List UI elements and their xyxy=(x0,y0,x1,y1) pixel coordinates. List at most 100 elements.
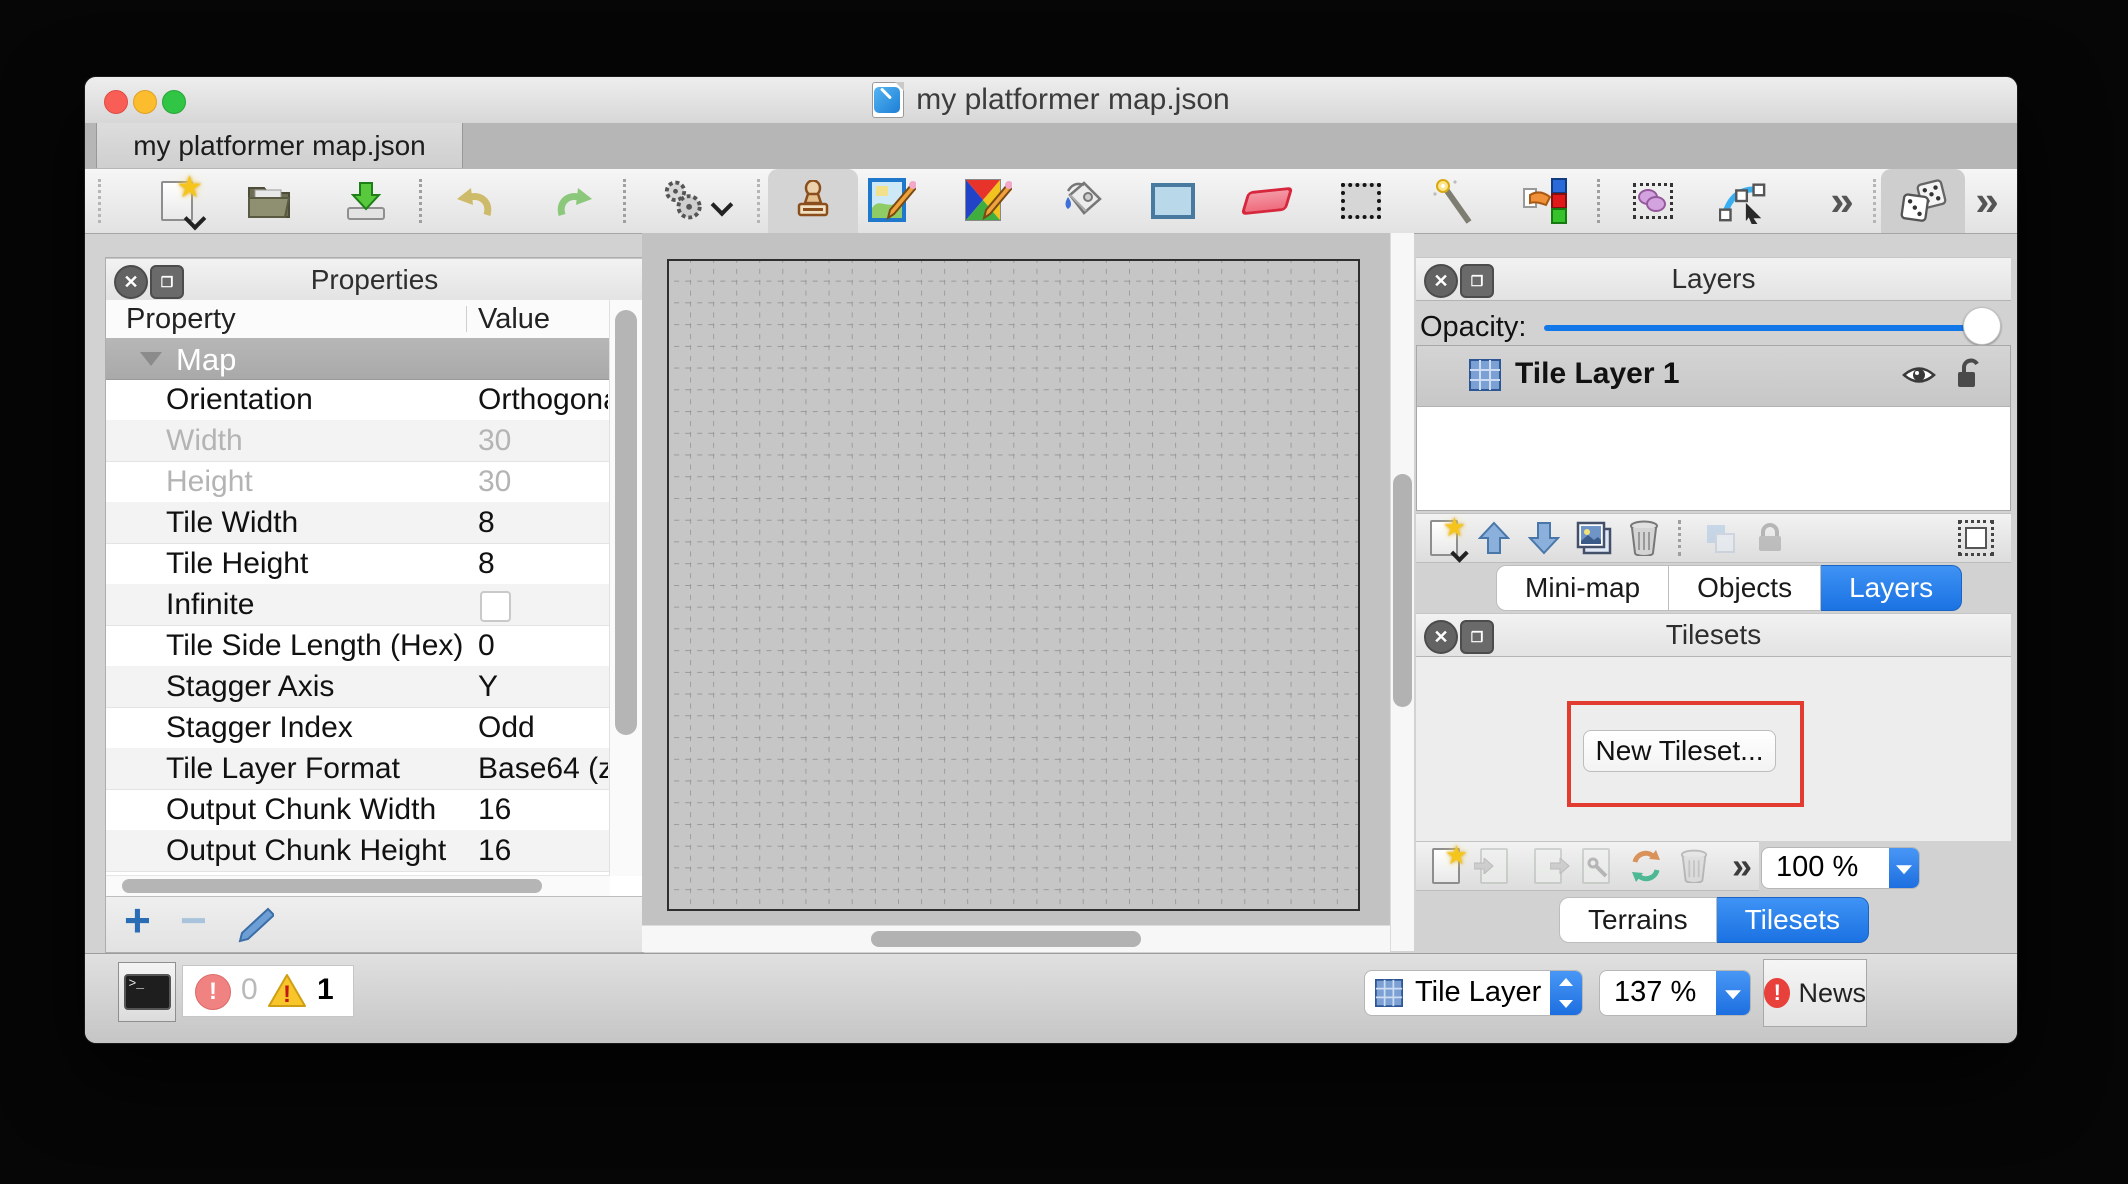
gears-icon xyxy=(660,179,712,223)
zoom-dropdown-chevron-icon xyxy=(1889,848,1919,888)
property-row[interactable]: Height 30 xyxy=(106,461,610,503)
magic-wand-button[interactable] xyxy=(1431,177,1479,225)
property-row[interactable]: Stagger Axis Y xyxy=(106,666,610,708)
view-zoom-select[interactable]: 137 % xyxy=(1599,970,1751,1016)
properties-hscroll-thumb[interactable] xyxy=(122,879,542,893)
highlight-layer-button-disabled[interactable] xyxy=(1698,516,1742,560)
tab-mini-map[interactable]: Mini-map xyxy=(1496,565,1669,611)
open-file-button[interactable] xyxy=(245,177,293,225)
tilesets-toolbar: ★ xyxy=(1416,841,1759,891)
rectangular-select-button[interactable] xyxy=(1337,177,1385,225)
tilesets-overflow-button[interactable]: » xyxy=(1720,844,1764,888)
terrain-brush-button[interactable] xyxy=(868,177,916,225)
edit-tileset-button-disabled[interactable] xyxy=(1574,844,1618,888)
new-tileset-button[interactable]: New Tileset... xyxy=(1583,730,1776,772)
canvas-vertical-scrollbar[interactable] xyxy=(1390,233,1414,951)
delete-tileset-button-disabled[interactable] xyxy=(1672,844,1716,888)
property-row[interactable]: Output Chunk Width 16 xyxy=(106,789,610,831)
tab-objects[interactable]: Objects xyxy=(1669,565,1821,611)
lower-layer-button[interactable] xyxy=(1522,516,1566,560)
new-map-button[interactable]: ★ xyxy=(153,177,201,225)
news-button[interactable]: ! News xyxy=(1763,959,1867,1027)
new-layer-button[interactable]: ★ xyxy=(1422,516,1466,560)
duplicate-layer-button[interactable] xyxy=(1572,516,1616,560)
toolbar-overflow-button-2[interactable]: » xyxy=(1963,177,2011,225)
redo-button[interactable] xyxy=(550,177,598,225)
warning-icon: ! xyxy=(267,973,307,1009)
toolbar-handle xyxy=(1873,179,1876,223)
delete-layer-button[interactable] xyxy=(1622,516,1666,560)
trash-icon xyxy=(1679,849,1709,883)
tab-label: my platformer map.json xyxy=(133,130,426,162)
lock-layer-button-disabled[interactable] xyxy=(1748,516,1792,560)
edit-property-button[interactable] xyxy=(234,907,274,943)
property-row[interactable]: Tile Height 8 xyxy=(106,543,610,585)
opacity-slider-knob[interactable] xyxy=(1963,307,2001,345)
property-row[interactable]: Orientation Orthogona xyxy=(106,379,610,421)
tab-layers[interactable]: Layers xyxy=(1821,565,1962,611)
random-mode-button[interactable] xyxy=(1899,177,1947,225)
layers-panel-header-wrap: ✕ ❐ Layers xyxy=(1416,257,2011,301)
issues-box[interactable]: ! 0 ! 1 xyxy=(182,965,354,1017)
tab-terrains[interactable]: Terrains xyxy=(1559,897,1717,943)
layer-visible-eye-icon[interactable] xyxy=(1902,362,1936,388)
same-tile-select-button[interactable] xyxy=(1521,177,1569,225)
window-title-area: my platformer map.json xyxy=(85,77,2017,123)
bucket-fill-variations-button[interactable] xyxy=(964,177,1012,225)
property-row[interactable]: Tile Layer Format Base64 (z xyxy=(106,748,610,790)
infinite-checkbox[interactable] xyxy=(480,591,511,622)
property-row[interactable]: Tile Width 8 xyxy=(106,502,610,544)
collapse-triangle-icon[interactable] xyxy=(140,352,162,366)
stamp-variations-icon xyxy=(964,178,1012,224)
col-value: Value xyxy=(478,303,550,336)
toolbar-overflow-button[interactable]: » xyxy=(1818,177,1866,225)
execute-command-button[interactable] xyxy=(660,177,730,225)
duplicate-icon xyxy=(1576,521,1612,555)
stamp-brush-button[interactable] xyxy=(789,177,837,225)
layer-row-tile-layer-1[interactable]: Tile Layer 1 xyxy=(1417,346,2010,407)
canvas-horizontal-scrollbar[interactable] xyxy=(642,925,1390,952)
property-row[interactable]: Infinite xyxy=(106,584,610,626)
remove-property-button[interactable]: − xyxy=(180,893,207,947)
console-icon: >_ xyxy=(124,974,171,1010)
undo-button[interactable] xyxy=(451,177,499,225)
refresh-tileset-button[interactable] xyxy=(1624,844,1668,888)
toolbar-handle[interactable] xyxy=(98,179,101,223)
raise-layer-button[interactable] xyxy=(1472,516,1516,560)
eraser-button[interactable] xyxy=(1243,177,1291,225)
arrow-up-icon xyxy=(1478,521,1510,555)
import-tileset-button-disabled[interactable] xyxy=(1472,844,1516,888)
tileset-zoom-select[interactable]: 100 % xyxy=(1761,847,1920,889)
new-layer-icon: ★ xyxy=(1430,520,1458,556)
layer-unlocked-icon[interactable] xyxy=(1956,358,1984,390)
edit-polygons-button[interactable] xyxy=(1719,177,1767,225)
magic-wand-icon xyxy=(1433,178,1477,224)
tab-tilesets[interactable]: Tilesets xyxy=(1717,897,1869,943)
property-row[interactable]: Stagger Index Odd xyxy=(106,707,610,749)
canvas-hscroll-thumb[interactable] xyxy=(871,931,1141,947)
tab-my-platformer-map[interactable]: my platformer map.json xyxy=(96,123,463,168)
property-group-map[interactable]: Map xyxy=(106,338,643,380)
new-map-icon: ★ xyxy=(161,181,193,221)
export-tileset-button-disabled[interactable] xyxy=(1526,844,1570,888)
property-row[interactable]: Width 30 xyxy=(106,420,610,462)
save-button[interactable] xyxy=(342,177,390,225)
bucket-fill-button[interactable] xyxy=(1057,177,1105,225)
properties-vertical-scrollbar[interactable] xyxy=(609,300,643,876)
titlebar[interactable]: my platformer map.json xyxy=(85,77,2017,124)
canvas-vscroll-thumb[interactable] xyxy=(1393,474,1412,707)
map-canvas-grid[interactable] xyxy=(667,259,1360,911)
properties-vscroll-thumb[interactable] xyxy=(615,310,637,735)
property-row[interactable]: Output Chunk Height 16 xyxy=(106,830,610,872)
property-row[interactable]: Tile Side Length (Hex) 0 xyxy=(106,625,610,667)
toolbar-handle xyxy=(757,179,760,223)
console-button[interactable]: >_ xyxy=(118,962,176,1022)
shape-fill-button[interactable] xyxy=(1149,177,1197,225)
new-tileset-toolbar-button[interactable]: ★ xyxy=(1424,844,1468,888)
opacity-slider[interactable] xyxy=(1544,325,1971,331)
select-objects-button[interactable] xyxy=(1629,177,1677,225)
layers-title: Layers xyxy=(1416,258,2011,300)
add-property-button[interactable]: + xyxy=(124,893,151,947)
current-layer-select[interactable]: Tile Layer 1 xyxy=(1364,970,1583,1016)
highlight-current-layer-button[interactable] xyxy=(1954,516,1998,560)
